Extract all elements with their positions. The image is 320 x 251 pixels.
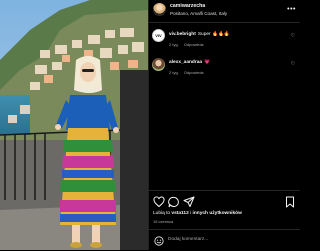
liker-username[interactable]: vsta112 (171, 211, 188, 216)
post-date[interactable]: 15 czerwca (153, 219, 173, 224)
share-icon[interactable] (183, 196, 195, 208)
likes-others-link[interactable]: innych użytkowników (193, 211, 242, 216)
comment-meta: 2 tyg. Odpowiedz (169, 70, 209, 75)
add-comment-bar: Dodaj komentarz... (149, 229, 300, 251)
heart-icon[interactable] (153, 196, 165, 208)
comment-age[interactable]: 2 tyg. (169, 70, 179, 75)
more-options-icon[interactable]: ••• (287, 6, 296, 13)
reply-link[interactable]: Odpowiedz (184, 70, 204, 75)
instagram-post: camiwarzecha Positano, Amalfi Coast, Ita… (0, 0, 300, 250)
comment-like-heart-icon[interactable]: ♡ (291, 33, 295, 39)
author-avatar[interactable] (153, 3, 166, 16)
post-location[interactable]: Positano, Amalfi Coast, Italy (170, 11, 227, 16)
commenter-avatar[interactable] (152, 58, 165, 71)
reply-link[interactable]: Odpowiedz (184, 42, 204, 47)
action-bar (149, 190, 300, 211)
comment-body: 💗 (204, 60, 211, 65)
add-comment-input[interactable]: Dodaj komentarz... (168, 237, 208, 242)
post-side-panel: camiwarzecha Positano, Amalfi Coast, Ita… (148, 0, 300, 250)
comment-meta: 2 tyg. Odpowiedz (169, 42, 209, 47)
comment-body: Super 🔥🔥🔥 (197, 32, 230, 37)
author-username[interactable]: camiwarzecha (170, 3, 205, 9)
post-photo[interactable] (0, 0, 148, 250)
post-header: camiwarzecha Positano, Amalfi Coast, Ita… (149, 0, 300, 23)
post-image (0, 0, 148, 250)
commenter-username[interactable]: alexx_aandraa (169, 60, 202, 65)
commenter-avatar[interactable]: VIV (152, 29, 165, 42)
comment-age[interactable]: 2 tyg. (169, 42, 179, 47)
smile-icon[interactable] (154, 236, 164, 246)
comment-text: alexx_aandraa 💗 (169, 60, 210, 65)
comment-text: viv.bebright Super 🔥🔥🔥 (169, 32, 230, 37)
bookmark-icon[interactable] (284, 196, 296, 208)
comment-icon[interactable] (168, 196, 180, 208)
likes-summary: Lubią to vsta112 i innych użytkowników (153, 211, 242, 216)
commenter-username[interactable]: viv.bebright (169, 32, 196, 37)
comment-like-heart-icon[interactable]: ♡ (291, 61, 295, 67)
